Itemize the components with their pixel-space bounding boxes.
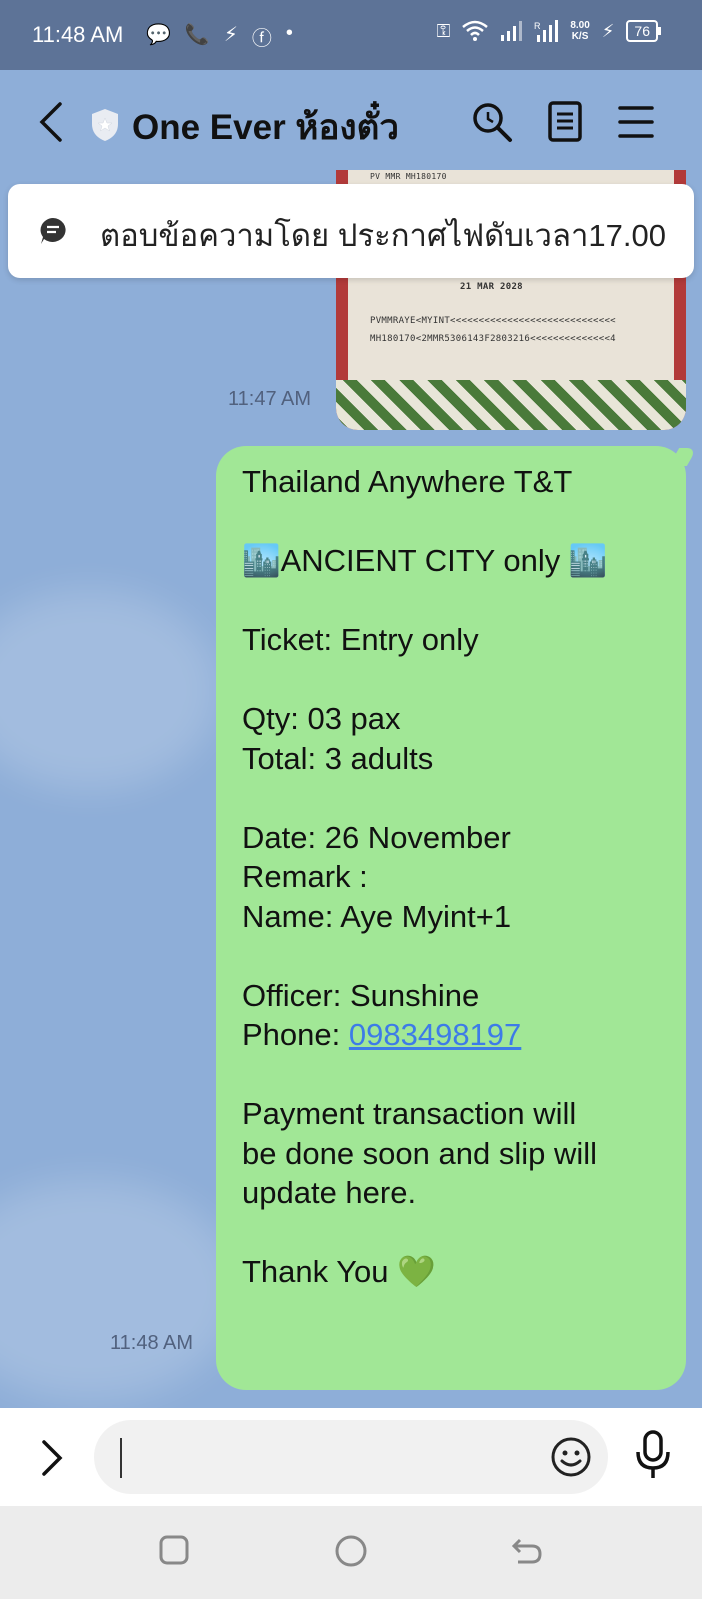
recent-apps-icon[interactable]	[158, 1534, 190, 1566]
search-icon[interactable]	[470, 100, 514, 144]
announcement-icon	[40, 218, 66, 244]
background-cloud	[0, 1180, 240, 1400]
tablecloth-pattern	[336, 380, 686, 430]
phone-link[interactable]: 0983498197	[349, 1017, 521, 1052]
pinned-announcement[interactable]: ตอบข้อความโดย ประกาศไฟดับเวลา17.00	[8, 184, 694, 278]
chat-header: One Ever ห้องตั๋ว	[0, 70, 702, 180]
chat-area[interactable]: PV MMR MH180170 21 MAR 2028 PVMMRAYE<MYI…	[0, 170, 702, 1408]
status-time: 11:48 AM	[32, 22, 124, 47]
message-line	[242, 502, 660, 542]
messenger-icon: ⚡	[223, 24, 238, 46]
announcement-text: ตอบข้อความโดย ประกาศไฟดับเวลา17.00	[100, 218, 666, 253]
facebook-icon: ⓕ	[251, 28, 272, 50]
message-line: Officer: Sunshine	[242, 977, 480, 1013]
message-line: Qty: 03 pax	[242, 701, 401, 736]
system-nav-bar	[0, 1506, 702, 1599]
phone-label: Phone:	[242, 1017, 349, 1052]
expand-arrow-icon[interactable]	[36, 1438, 66, 1478]
home-icon[interactable]	[334, 1534, 368, 1568]
text-caret	[120, 1438, 122, 1478]
message-line: Thailand Anywhere T&T	[242, 464, 573, 499]
message-line: 🏙️ANCIENT CITY only 🏙️	[242, 543, 608, 578]
chat-title: One Ever ห้องตั๋ว	[132, 108, 399, 147]
svg-text:R: R	[534, 21, 541, 31]
wifi-icon	[462, 20, 489, 41]
system-icons: ⚿ R 8.00 K/S ⚡ 76	[436, 20, 661, 42]
charging-icon: ⚡	[601, 20, 615, 41]
back-nav-icon[interactable]	[510, 1534, 544, 1568]
message-line	[242, 936, 660, 976]
microphone-icon[interactable]	[634, 1430, 672, 1482]
message-line: Total: 3 adults	[242, 740, 434, 776]
menu-icon[interactable]	[616, 100, 656, 144]
passport-mrz-line2: MH180170<2MMR5306143F2803216<<<<<<<<<<<<…	[370, 334, 616, 344]
phone-line: Phone: 0983498197	[242, 1015, 660, 1055]
viber-icon: 📞	[184, 24, 210, 46]
passport-top-labels: PV MMR MH180170	[370, 172, 447, 181]
message-line: update here.	[242, 1175, 417, 1210]
message-bubble[interactable]: Thailand Anywhere T&T 🏙️ANCIENT CITY only…	[216, 446, 686, 1390]
message-line	[242, 660, 660, 700]
shield-icon	[92, 109, 118, 141]
message-line: Payment transaction will	[242, 1096, 577, 1131]
back-arrow-icon[interactable]	[34, 100, 68, 144]
photo-timestamp: 11:47 AM	[228, 388, 312, 410]
emoji-icon[interactable]	[550, 1436, 592, 1478]
background-cloud	[0, 590, 220, 790]
key-icon: ⚿	[436, 20, 451, 41]
message-line: Remark :	[242, 859, 368, 894]
passport-mrz-line1: PVMMRAYE<MYINT<<<<<<<<<<<<<<<<<<<<<<<<<<…	[370, 316, 616, 326]
message-text-end: Payment transaction will be done soon and…	[242, 1055, 660, 1292]
message-line	[242, 1213, 660, 1253]
message-input[interactable]	[94, 1420, 608, 1494]
notes-icon[interactable]	[546, 100, 586, 144]
notification-icons: 💬 📞 ⚡ ⓕ •	[146, 22, 293, 51]
passport-date: 21 MAR 2028	[460, 282, 523, 292]
message-line: Thank You 💚	[242, 1254, 436, 1289]
message-text: Thailand Anywhere T&T 🏙️ANCIENT CITY only…	[242, 462, 660, 1015]
message-timestamp: 11:48 AM	[110, 1332, 194, 1354]
more-dot-icon: •	[285, 22, 293, 44]
signal-icon	[501, 21, 523, 41]
message-line: be done soon and slip will	[242, 1135, 598, 1171]
network-speed: 8.00 K/S	[570, 20, 589, 42]
message-line: Date: 26 November	[242, 819, 511, 855]
message-line	[242, 581, 660, 621]
speed-value: 8.00	[570, 20, 590, 31]
message-input-bar	[0, 1408, 702, 1506]
status-bar: 11:48 AM 💬 📞 ⚡ ⓕ • ⚿ R 8.00 K/S ⚡ 76	[0, 0, 702, 70]
message-line	[242, 1055, 660, 1095]
speed-unit: K/S	[571, 31, 589, 42]
message-line: Ticket: Entry only	[242, 622, 479, 657]
chat-notification-icon: 💬	[146, 24, 171, 46]
message-line	[242, 778, 660, 818]
message-line: Name: Aye Myint+1	[242, 898, 512, 934]
signal-roaming-icon: R	[534, 20, 559, 42]
battery-indicator: 76	[626, 20, 661, 42]
